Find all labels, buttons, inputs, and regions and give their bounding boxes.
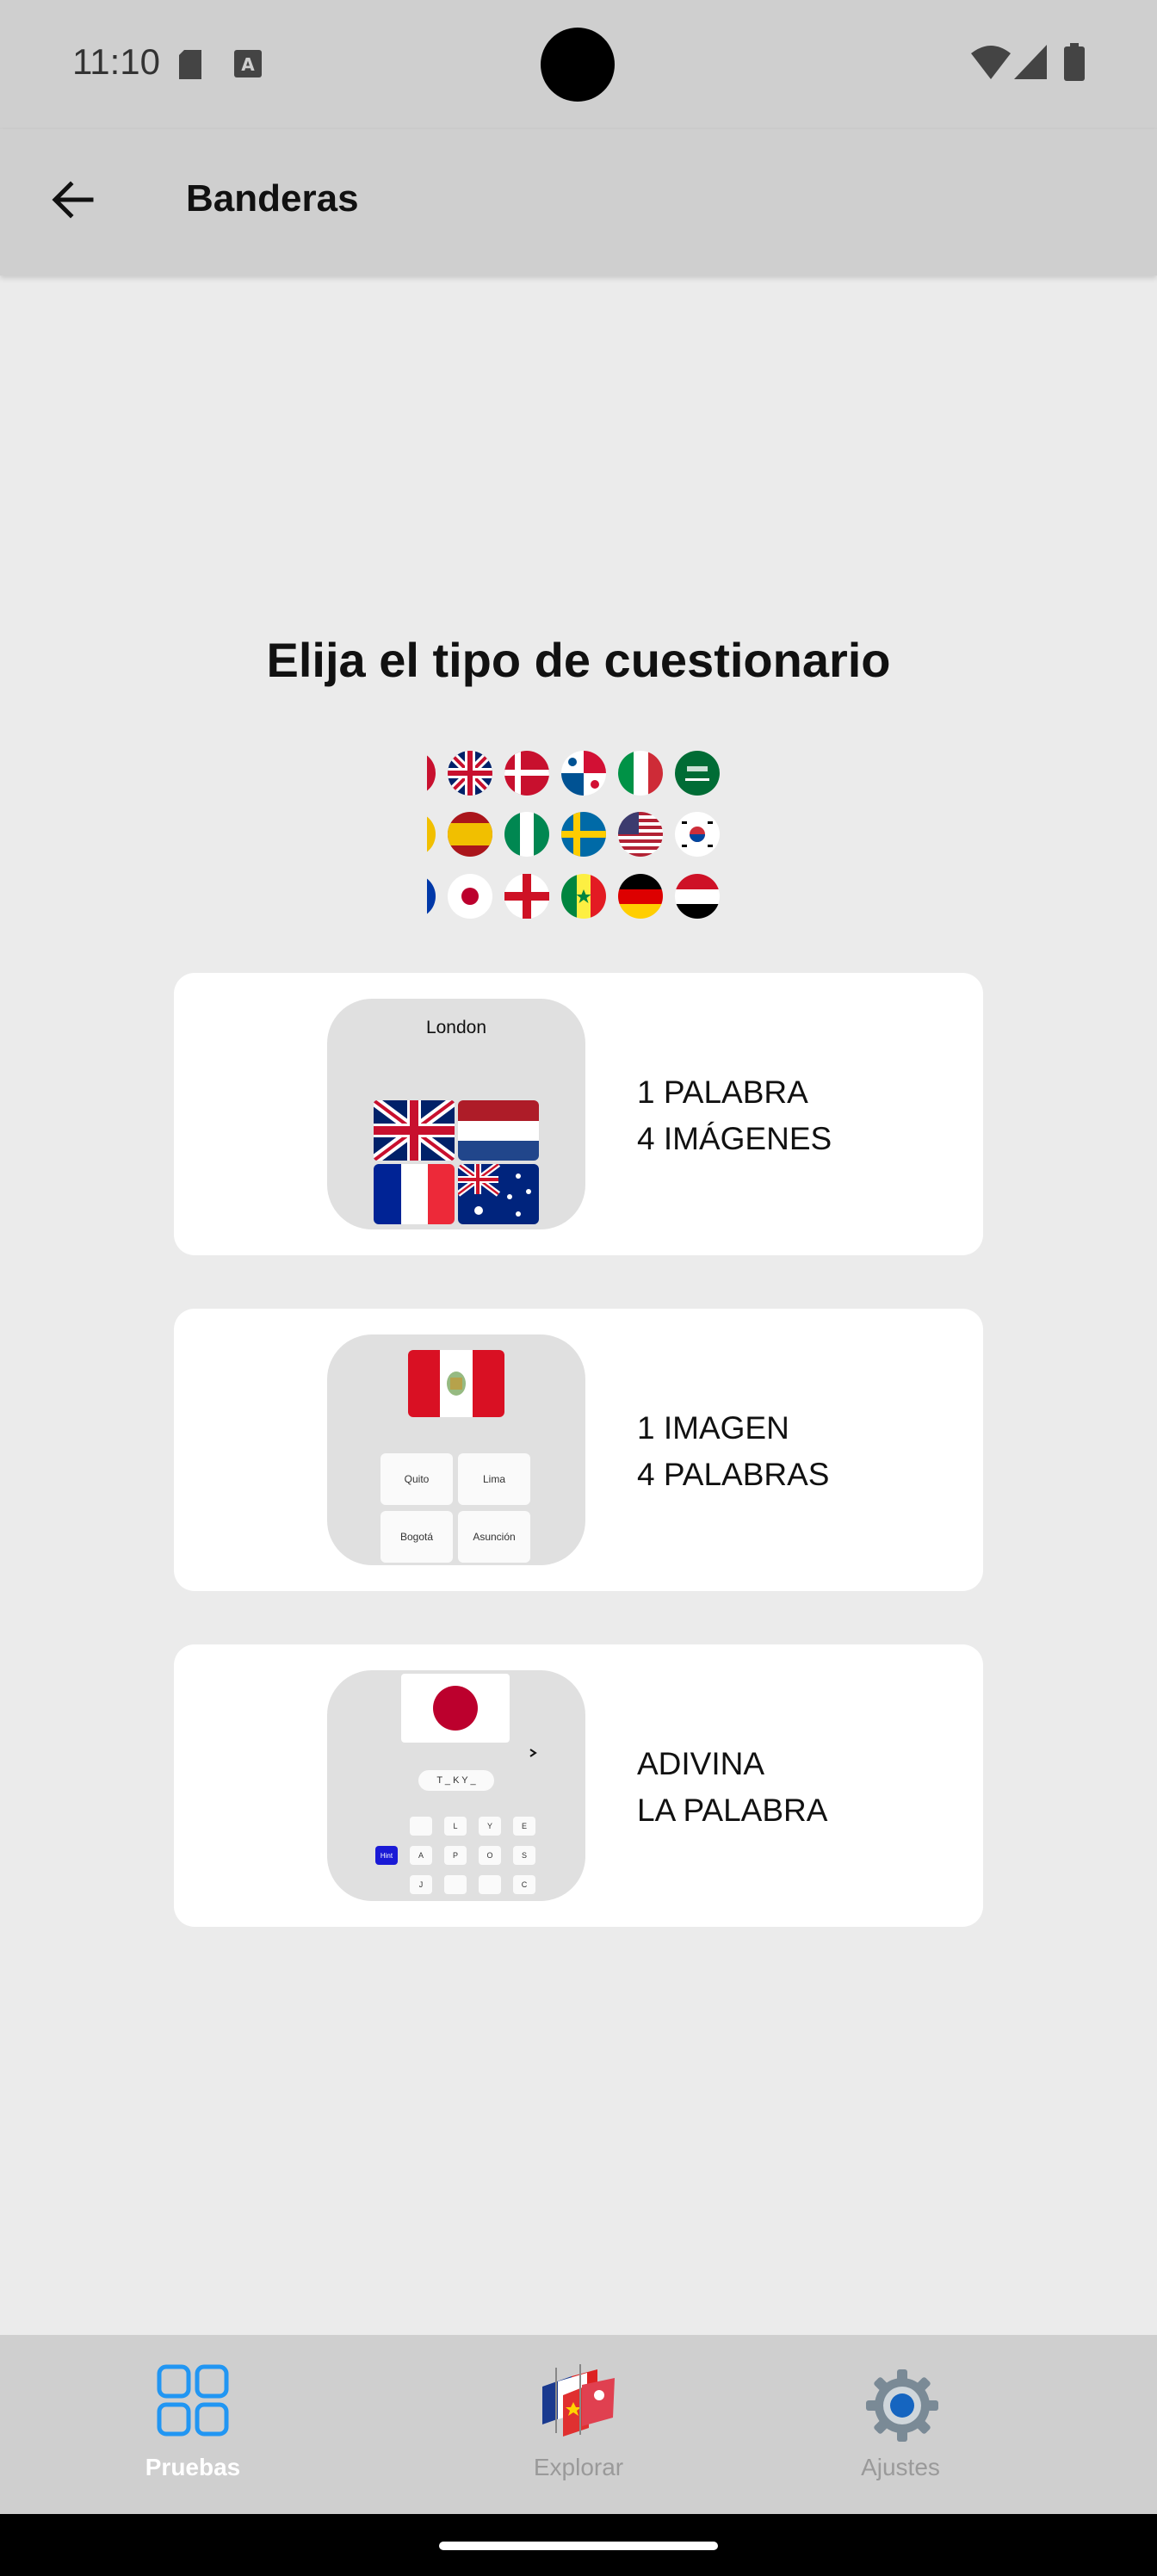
quiz-type-line1: 1 IMAGEN bbox=[637, 1410, 789, 1446]
gear-icon bbox=[864, 2368, 940, 2448]
flags-icon bbox=[537, 2361, 620, 2443]
key: A bbox=[410, 1846, 432, 1865]
wifi-icon bbox=[971, 45, 1011, 84]
key: J bbox=[410, 1875, 432, 1894]
quiz-type-line2: LA PALABRA bbox=[637, 1793, 828, 1828]
key: S bbox=[513, 1846, 535, 1865]
back-arrow-icon[interactable] bbox=[48, 176, 96, 224]
app-bar bbox=[0, 129, 1157, 276]
svg-text:A: A bbox=[241, 54, 255, 75]
nav-item-explorar[interactable]: Explorar bbox=[492, 2335, 665, 2514]
nav-item-ajustes[interactable]: Ajustes bbox=[814, 2335, 987, 2514]
flags-collage-image bbox=[413, 747, 758, 925]
status-time: 11:10 bbox=[72, 41, 160, 82]
peru-flag-icon bbox=[408, 1350, 504, 1417]
key bbox=[410, 1817, 432, 1836]
quiz-type-line2: 4 PALABRAS bbox=[637, 1457, 830, 1492]
answer-option: Bogotá bbox=[381, 1511, 453, 1563]
home-indicator[interactable] bbox=[439, 2542, 718, 2550]
nav-item-pruebas[interactable]: Pruebas bbox=[107, 2335, 279, 2514]
hint-button: Hint bbox=[375, 1846, 398, 1865]
key: P bbox=[444, 1846, 467, 1865]
battery-icon bbox=[1064, 43, 1085, 85]
quiz-type-line1: ADIVINA bbox=[637, 1746, 765, 1781]
quiz-card-1-image-4-words[interactable]: Quito Lima Bogotá Asunción 1 IMAGEN 4 PA… bbox=[174, 1309, 983, 1591]
bottom-navigation: Pruebas Explorar Ajustes bbox=[0, 2335, 1157, 2514]
answer-option: Asunción bbox=[458, 1511, 530, 1563]
grid-icon bbox=[157, 2364, 229, 2441]
keyboard-a-icon: A bbox=[234, 50, 262, 82]
quiz-card-guess-word[interactable]: T _ K Y _ L Y E Hint A P O S J C ADIVINA… bbox=[174, 1644, 983, 1927]
sd-card-icon bbox=[179, 50, 203, 84]
quiz-type-line2: 4 IMÁGENES bbox=[637, 1121, 832, 1156]
key: E bbox=[513, 1817, 535, 1836]
signal-icon bbox=[1014, 45, 1047, 84]
key: O bbox=[479, 1846, 501, 1865]
key bbox=[444, 1875, 467, 1894]
key: L bbox=[444, 1817, 467, 1836]
quiz-type-line1: 1 PALABRA bbox=[637, 1074, 808, 1110]
camera-cutout bbox=[541, 28, 615, 102]
quiz-preview-image: London bbox=[327, 999, 585, 1229]
page-title: Banderas bbox=[186, 177, 359, 220]
key: Y bbox=[479, 1817, 501, 1836]
nav-label: Ajustes bbox=[861, 2454, 940, 2480]
nav-label: Pruebas bbox=[145, 2454, 241, 2480]
key: C bbox=[513, 1875, 535, 1894]
hint-pattern: T _ K Y _ bbox=[418, 1770, 494, 1791]
quiz-type-heading: Elija el tipo de cuestionario bbox=[266, 633, 891, 687]
nav-label: Explorar bbox=[533, 2454, 624, 2480]
answer-option: Lima bbox=[458, 1453, 530, 1505]
key bbox=[479, 1875, 501, 1894]
quiz-card-1-word-4-images[interactable]: London 1 PALABRA 4 IMÁGENES bbox=[174, 973, 983, 1255]
quiz-preview-image: Quito Lima Bogotá Asunción bbox=[327, 1334, 585, 1565]
answer-option: Quito bbox=[381, 1453, 453, 1505]
quiz-preview-image: T _ K Y _ L Y E Hint A P O S J C bbox=[327, 1670, 585, 1901]
